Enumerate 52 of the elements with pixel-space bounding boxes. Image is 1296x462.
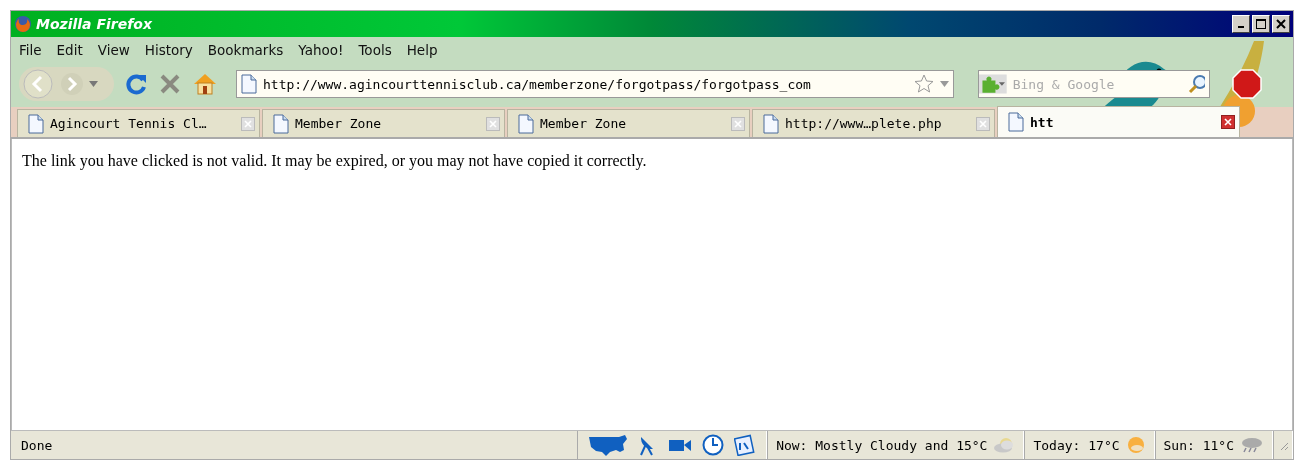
page-icon [518, 113, 534, 134]
video-camera-icon[interactable] [668, 437, 693, 453]
search-box[interactable]: Bing & Google [978, 70, 1210, 98]
page-icon [763, 113, 779, 134]
close-tab-button[interactable] [1221, 115, 1235, 129]
tab[interactable]: Agincourt Tennis Cl… [17, 109, 260, 137]
maximize-button[interactable] [1252, 15, 1270, 33]
stop-button[interactable] [158, 72, 182, 96]
close-icon [1276, 19, 1286, 29]
firefox-logo-icon [14, 15, 32, 33]
minimize-button[interactable] [1232, 15, 1250, 33]
weather-text: Sun: 11°C [1163, 437, 1234, 453]
menu-item[interactable]: History [144, 42, 193, 58]
clock-icon[interactable] [702, 434, 725, 456]
tab[interactable]: http://www…plete.php [752, 109, 995, 137]
search-icon[interactable] [1187, 74, 1205, 94]
tab[interactable]: Member Zone [507, 109, 750, 137]
page-icon [1008, 112, 1024, 132]
dropdown-arrow-icon[interactable] [940, 81, 949, 87]
weather-text: Today: 17°C [1033, 437, 1120, 453]
menu-item[interactable]: Yahoo! [298, 42, 344, 58]
page-icon [28, 113, 44, 134]
window-title: Mozilla Firefox [36, 16, 153, 32]
star-icon[interactable] [914, 74, 934, 94]
menu-item[interactable]: File [19, 42, 42, 58]
status-text: Done [21, 437, 53, 453]
tab[interactable]: Member Zone [262, 109, 505, 137]
menu-item[interactable]: Bookmarks [207, 42, 284, 58]
calendar-icon[interactable] [734, 434, 757, 456]
close-button[interactable] [1272, 15, 1290, 33]
search-field[interactable]: Bing & Google [1010, 75, 1184, 93]
error-message: The link you have clicked is not valid. It may be expired, or you may not have copied it correctly. [22, 152, 648, 170]
menu-item[interactable]: Help [406, 42, 438, 58]
tab[interactable]: htt [997, 106, 1240, 137]
weather-text: Now: Mostly Cloudy and 15°C [776, 437, 988, 453]
rain-cloud-icon [1240, 437, 1264, 453]
home-button[interactable] [192, 72, 218, 96]
reload-button[interactable] [124, 72, 148, 96]
menu-item[interactable]: View [97, 42, 130, 58]
address-field[interactable]: http://www.agincourttennisclub.ca/memberzone/forgotpass/forgotpass_com [236, 70, 954, 98]
page-icon [273, 113, 289, 134]
minimize-icon [1238, 26, 1244, 28]
sun-cloud-icon [1125, 436, 1146, 454]
menu-item[interactable]: Edit [56, 42, 83, 58]
maximize-icon [1256, 19, 1266, 29]
cloud-icon [993, 437, 1016, 453]
map-icon[interactable] [588, 434, 629, 456]
dropdown-arrow-icon[interactable] [89, 81, 98, 87]
puzzle-icon[interactable] [979, 73, 1007, 95]
page-icon [241, 74, 257, 94]
menu-item[interactable]: Tools [358, 42, 392, 58]
stop-sign-icon[interactable] [1232, 69, 1262, 99]
